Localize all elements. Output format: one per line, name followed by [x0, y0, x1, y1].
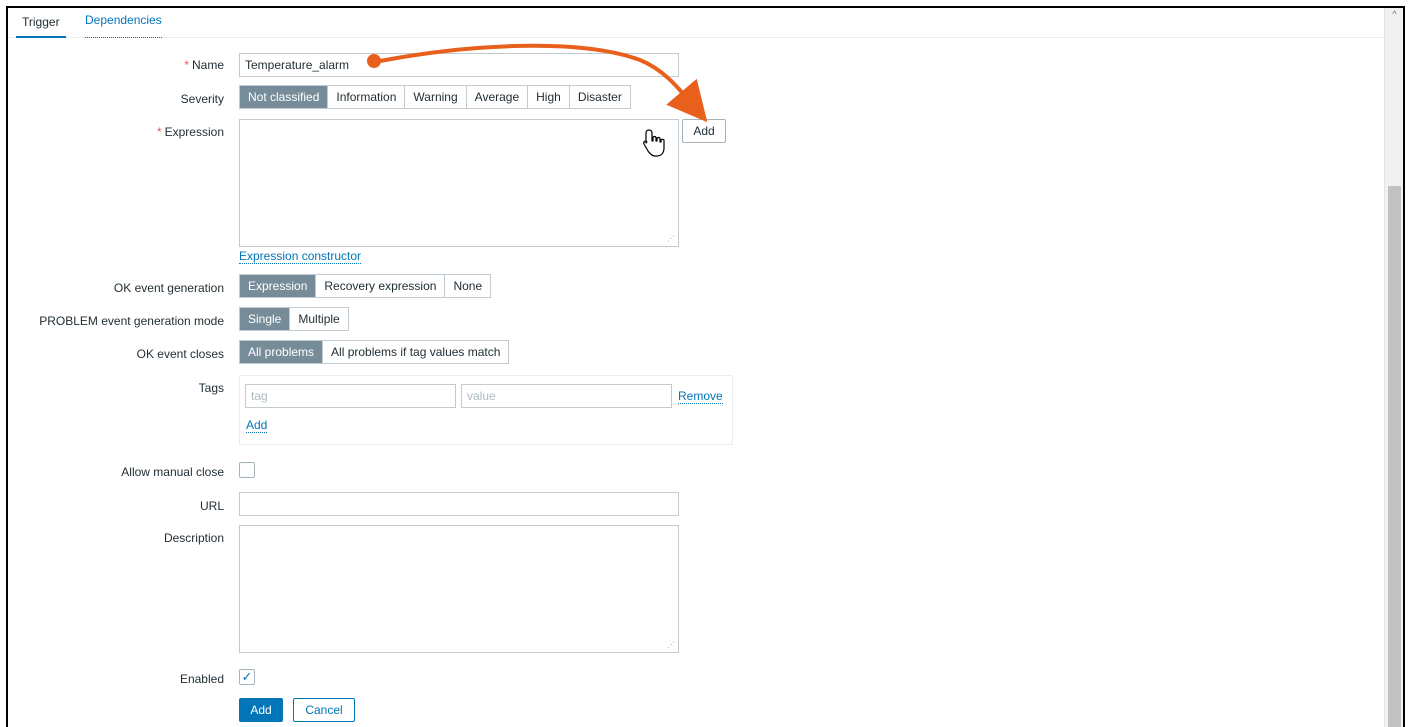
tab-bar: Trigger Dependencies	[8, 8, 1388, 38]
ok-gen-none[interactable]: None	[444, 275, 490, 297]
problem-mode-single[interactable]: Single	[240, 308, 290, 330]
add-button[interactable]: Add	[239, 698, 283, 722]
name-label-text: Name	[191, 58, 224, 72]
tags-label: Tags	[198, 381, 224, 395]
enabled-checkbox[interactable]: ✓	[239, 669, 255, 685]
severity-label: Severity	[180, 92, 224, 106]
severity-not-classified[interactable]: Not classified	[240, 86, 328, 108]
expression-add-button[interactable]: Add	[682, 119, 726, 143]
scroll-up-arrow-icon[interactable]: ^	[1389, 8, 1400, 20]
required-asterisk: *	[184, 58, 189, 72]
description-textarea[interactable]	[239, 525, 679, 653]
name-label: * Name	[184, 58, 224, 72]
severity-high[interactable]: High	[527, 86, 569, 108]
required-asterisk: *	[156, 125, 162, 139]
ok-closes-all-problems[interactable]: All problems	[240, 341, 323, 363]
checkmark-icon: ✓	[241, 669, 253, 684]
description-label: Description	[163, 531, 224, 545]
expression-label: * Expression	[157, 125, 224, 139]
tag-name-input[interactable]	[245, 384, 456, 408]
problem-mode-label: PROBLEM event generation mode	[39, 314, 224, 328]
ok-gen-expression[interactable]: Expression	[240, 275, 316, 297]
cancel-button[interactable]: Cancel	[293, 698, 355, 722]
name-input[interactable]	[239, 53, 679, 77]
allow-manual-close-checkbox[interactable]	[239, 462, 255, 478]
problem-mode-multiple[interactable]: Multiple	[289, 308, 347, 330]
ok-event-closes-label: OK event closes	[136, 347, 224, 361]
scrollbar-thumb[interactable]	[1388, 186, 1401, 727]
tag-add-link[interactable]: Add	[246, 419, 268, 433]
vertical-scrollbar[interactable]: ^	[1384, 8, 1403, 727]
severity-disaster[interactable]: Disaster	[568, 86, 630, 108]
tag-value-input[interactable]	[461, 384, 672, 408]
severity-average[interactable]: Average	[465, 86, 527, 108]
tag-remove-link[interactable]: Remove	[678, 390, 723, 404]
severity-information[interactable]: Information	[327, 86, 404, 108]
severity-warning[interactable]: Warning	[404, 86, 465, 108]
expression-label-text: Expression	[164, 125, 224, 139]
resize-grip-icon[interactable]: ⋰	[667, 641, 675, 649]
resize-grip-icon[interactable]: ⋰	[667, 235, 675, 243]
tab-dependencies[interactable]: Dependencies	[85, 14, 162, 38]
expression-textarea[interactable]	[239, 119, 679, 247]
severity-segmented-control: Not classified Information Warning Avera…	[239, 85, 631, 109]
allow-manual-close-label: Allow manual close	[121, 465, 224, 479]
problem-mode-control: Single Multiple	[239, 307, 349, 331]
enabled-label: Enabled	[179, 672, 224, 686]
url-label: URL	[199, 499, 224, 513]
ok-gen-recovery-expression[interactable]: Recovery expression	[315, 275, 444, 297]
ok-event-generation-control: Expression Recovery expression None	[239, 274, 492, 298]
expression-constructor-link[interactable]: Expression constructor	[239, 250, 362, 264]
ok-event-generation-label: OK event generation	[113, 281, 224, 295]
url-input[interactable]	[239, 492, 679, 516]
ok-event-closes-control: All problems All problems if tag values …	[239, 340, 510, 364]
ok-closes-tag-match[interactable]: All problems if tag values match	[322, 341, 508, 363]
trigger-form-window: Trigger Dependencies *Name Severity Not …	[6, 6, 1405, 727]
tab-trigger[interactable]: Trigger	[16, 14, 66, 38]
